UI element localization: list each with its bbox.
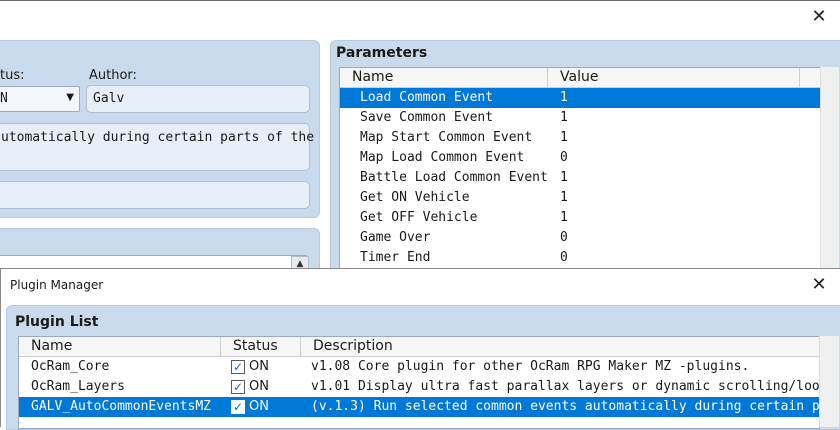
parameter-value: 1	[560, 190, 568, 205]
plugin-row[interactable]: OcRam_Layers ✓ ON v1.01 Display ultra fast …	[19, 377, 819, 397]
parameters-table: Name Value Load Common Event 1 Save Common…	[339, 67, 821, 279]
plugin-row[interactable]: GALV_AutoCommonEventsMZ ✓ ON (v.1.3) Run se…	[19, 397, 819, 417]
parameter-row[interactable]: Get ON Vehicle 1	[340, 188, 820, 208]
parameter-value: 0	[560, 150, 568, 165]
column-header-description[interactable]: Description	[301, 337, 817, 356]
plugin-table: Name Status Description OcRam_Core ✓ ON v1.…	[18, 336, 820, 429]
parameter-value: 1	[560, 130, 568, 145]
plugin-description: v1.08 Core plugin for other OcRam RPG Ma…	[311, 359, 750, 374]
chevron-down-icon: ▼	[66, 92, 74, 103]
parameters-title: Parameters	[336, 45, 428, 61]
parameter-value: 1	[560, 90, 568, 105]
settings-titlebar: ✕	[0, 0, 840, 33]
description-text: utomatically during certain parts of the	[1, 130, 315, 145]
parameter-row[interactable]: Get OFF Vehicle 1	[340, 208, 820, 228]
author-label: Author:	[89, 68, 137, 83]
plugin-name: GALV_AutoCommonEventsMZ	[31, 399, 212, 414]
parameter-value: 0	[560, 250, 568, 265]
parameters-scrollbar[interactable]	[820, 67, 839, 277]
parameter-value: 1	[560, 170, 568, 185]
parameter-row[interactable]: Load Common Event 1	[340, 88, 820, 108]
parameter-name: Load Common Event	[360, 90, 494, 105]
parameter-name: Map Load Common Event	[360, 150, 525, 165]
parameter-row[interactable]: Game Over 0	[340, 228, 820, 248]
close-button[interactable]: ✕	[806, 273, 832, 297]
parameter-value: 0	[560, 230, 568, 245]
parameter-name: Game Over	[360, 230, 431, 245]
plugin-list-title: Plugin List	[15, 314, 99, 330]
parameter-row[interactable]: Map Load Common Event 0	[340, 148, 820, 168]
parameter-row[interactable]: Map Start Common Event 1	[340, 128, 820, 148]
author-field[interactable]: Galv	[86, 85, 310, 113]
column-header-value[interactable]: Value	[548, 68, 800, 87]
plugin-list-scrollbar[interactable]	[819, 336, 839, 427]
status-label: tus:	[0, 68, 25, 83]
description-field[interactable]: utomatically during certain parts of the	[0, 123, 314, 171]
plugin-status: ON	[249, 359, 269, 374]
parameter-value: 1	[560, 110, 568, 125]
parameter-row[interactable]: Save Common Event 1	[340, 108, 820, 128]
status-checkbox[interactable]: ✓	[231, 360, 245, 374]
plugin-row[interactable]: OcRam_Core ✓ ON v1.08 Core plugin for other…	[19, 357, 819, 377]
status-select[interactable]: N ▼	[0, 86, 80, 112]
plugin-description: v1.01 Display ultra fast parallax layers…	[311, 379, 820, 394]
status-checkbox[interactable]: ✓	[231, 400, 245, 414]
column-header-name[interactable]: Name	[19, 337, 221, 356]
parameter-name: Map Start Common Event	[360, 130, 533, 145]
window-title: Plugin Manager	[10, 278, 104, 292]
plugin-table-header: Name Status Description	[19, 337, 819, 357]
parameter-name: Get ON Vehicle	[360, 190, 470, 205]
settings-close-button[interactable]: ✕	[804, 5, 834, 29]
author-value: Galv	[93, 91, 125, 106]
status-select-value: N	[0, 91, 8, 106]
column-header-status[interactable]: Status	[221, 337, 301, 356]
parameters-header: Name Value	[340, 68, 820, 88]
plugin-status: ON	[249, 399, 269, 414]
plugin-status: ON	[249, 379, 269, 394]
status-checkbox[interactable]: ✓	[231, 380, 245, 394]
plugin-name: OcRam_Core	[31, 359, 110, 374]
parameter-name: Battle Load Common Event	[360, 170, 548, 185]
parameter-name: Get OFF Vehicle	[360, 210, 478, 225]
parameter-name: Save Common Event	[360, 110, 494, 125]
help-field[interactable]	[0, 181, 310, 209]
parameter-row[interactable]: Timer End 0	[340, 248, 820, 268]
plugin-description: (v.1.3) Run selected common events autom…	[311, 399, 820, 414]
plugin-name: OcRam_Layers	[31, 379, 125, 394]
parameter-row[interactable]: Battle Load Common Event 1	[340, 168, 820, 188]
parameter-value: 1	[560, 210, 568, 225]
column-header-name[interactable]: Name	[340, 68, 548, 87]
parameter-name: Timer End	[360, 250, 431, 265]
